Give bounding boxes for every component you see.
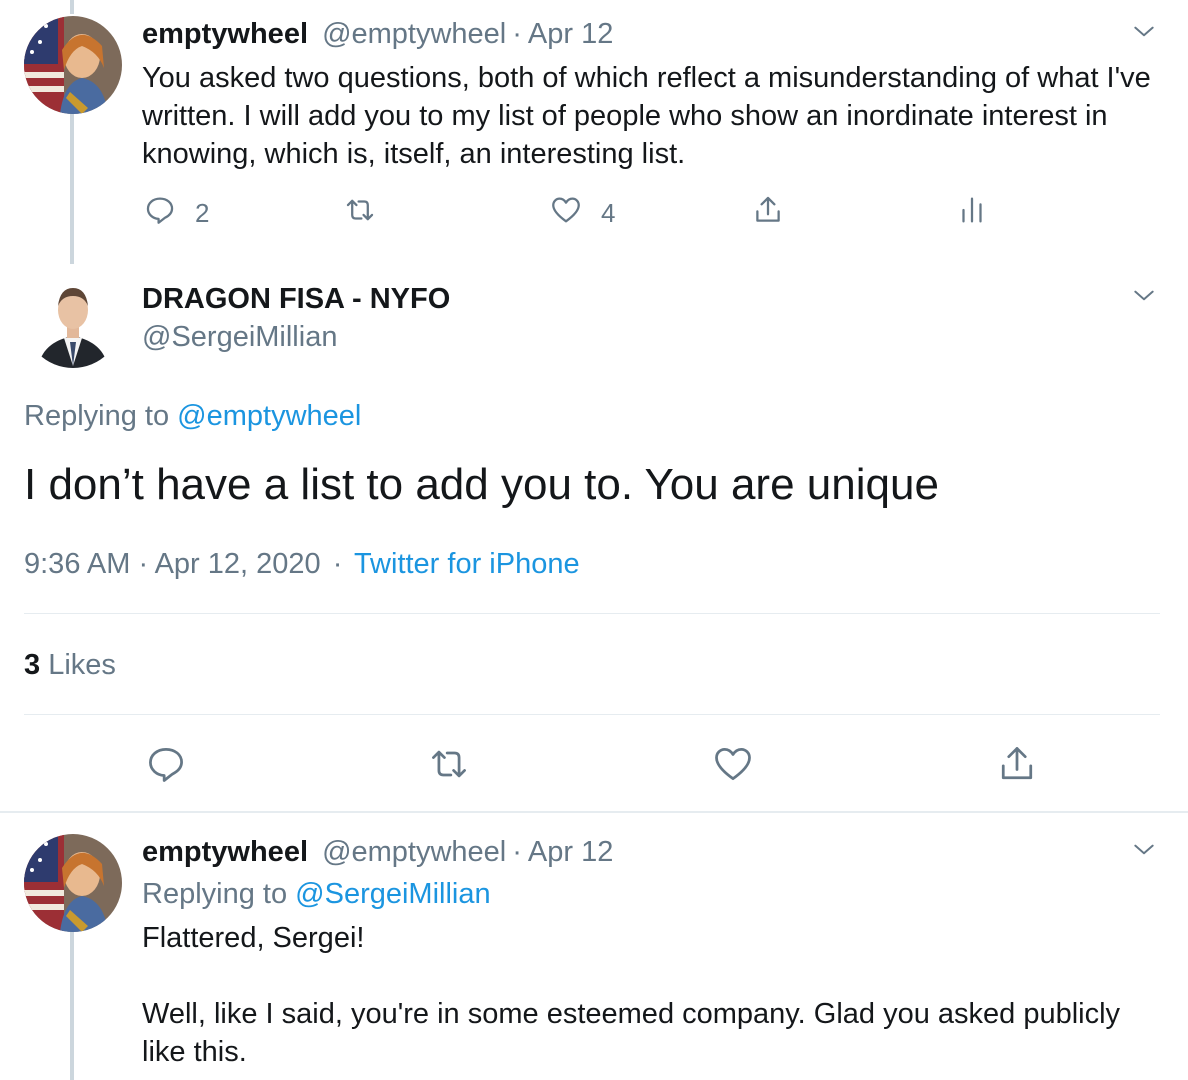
replying-handle-link[interactable]: @emptywheel [177,400,361,432]
likes-link[interactable]: 3 Likes [24,649,116,682]
thread-line [70,114,74,264]
replying-label: Replying to [142,878,288,910]
tweet-text-line: Flattered, Sergei! [142,922,365,954]
chevron-down-icon[interactable] [1129,281,1159,311]
separator: · [512,18,522,50]
analytics-icon [955,193,989,234]
reply-count: 2 [195,198,210,228]
avatar[interactable] [24,16,122,114]
replying-label: Replying to [24,400,170,432]
author-handle[interactable]: @SergeiMillian [142,321,337,354]
tweet-date[interactable]: Apr 12 [528,836,613,868]
separator: · [332,548,343,580]
reply-icon [143,193,177,234]
analytics-button[interactable] [955,193,989,234]
likes-count: 3 [24,649,41,681]
tweet-text: You asked two questions, both of which r… [142,62,1151,170]
replying-to: Replying to @SergeiMillian [142,878,491,911]
share-icon [751,193,785,234]
tweet-header: emptywheel @emptywheel · Apr 12 [142,836,613,869]
retweet-icon [343,193,377,234]
replying-to: Replying to @emptywheel [24,400,361,433]
divider [24,613,1160,614]
tweet-timestamp[interactable]: 9:36 AM · Apr 12, 2020 [24,548,321,580]
tweet-text: I don’t have a list to add you to. You a… [24,460,939,509]
tweet-date[interactable]: Apr 12 [528,18,613,50]
like-count: 4 [601,198,616,228]
separator: · [512,836,522,868]
author-handle[interactable]: @emptywheel [322,836,506,868]
thread-line [70,932,74,1080]
replying-handle-link[interactable]: @SergeiMillian [295,878,490,910]
heart-icon [549,193,583,234]
like-button[interactable]: 4 [549,193,615,234]
thread-line-top [70,0,74,14]
heart-icon[interactable] [711,742,755,786]
author-name[interactable]: DRAGON FISA - NYFO [142,283,450,316]
author-name[interactable]: emptywheel [142,18,308,50]
tweet-metadata: 9:36 AM · Apr 12, 2020 · Twitter for iPh… [24,548,580,581]
chevron-down-icon[interactable] [1129,835,1159,865]
retweet-button[interactable] [343,193,377,234]
likes-label: Likes [48,649,116,681]
tweet-divider [0,811,1188,813]
chevron-down-icon[interactable] [1129,17,1159,47]
reply-button[interactable]: 2 [143,193,209,234]
share-icon[interactable] [995,742,1039,786]
author-handle[interactable]: @emptywheel [322,18,506,50]
tweet-header: emptywheel @emptywheel · Apr 12 [142,18,613,51]
share-button[interactable] [751,193,785,234]
avatar[interactable] [24,270,122,368]
divider [24,714,1160,715]
avatar[interactable] [24,834,122,932]
retweet-icon[interactable] [427,742,471,786]
tweet-text-line: Well, like I said, you're in some esteem… [142,998,1121,1068]
tweet-thread: emptywheel @emptywheel · Apr 12 You asked … [0,0,1188,1080]
author-name[interactable]: emptywheel [142,836,308,868]
reply-icon[interactable] [144,742,188,786]
tweet-source-link[interactable]: Twitter for iPhone [354,548,580,580]
